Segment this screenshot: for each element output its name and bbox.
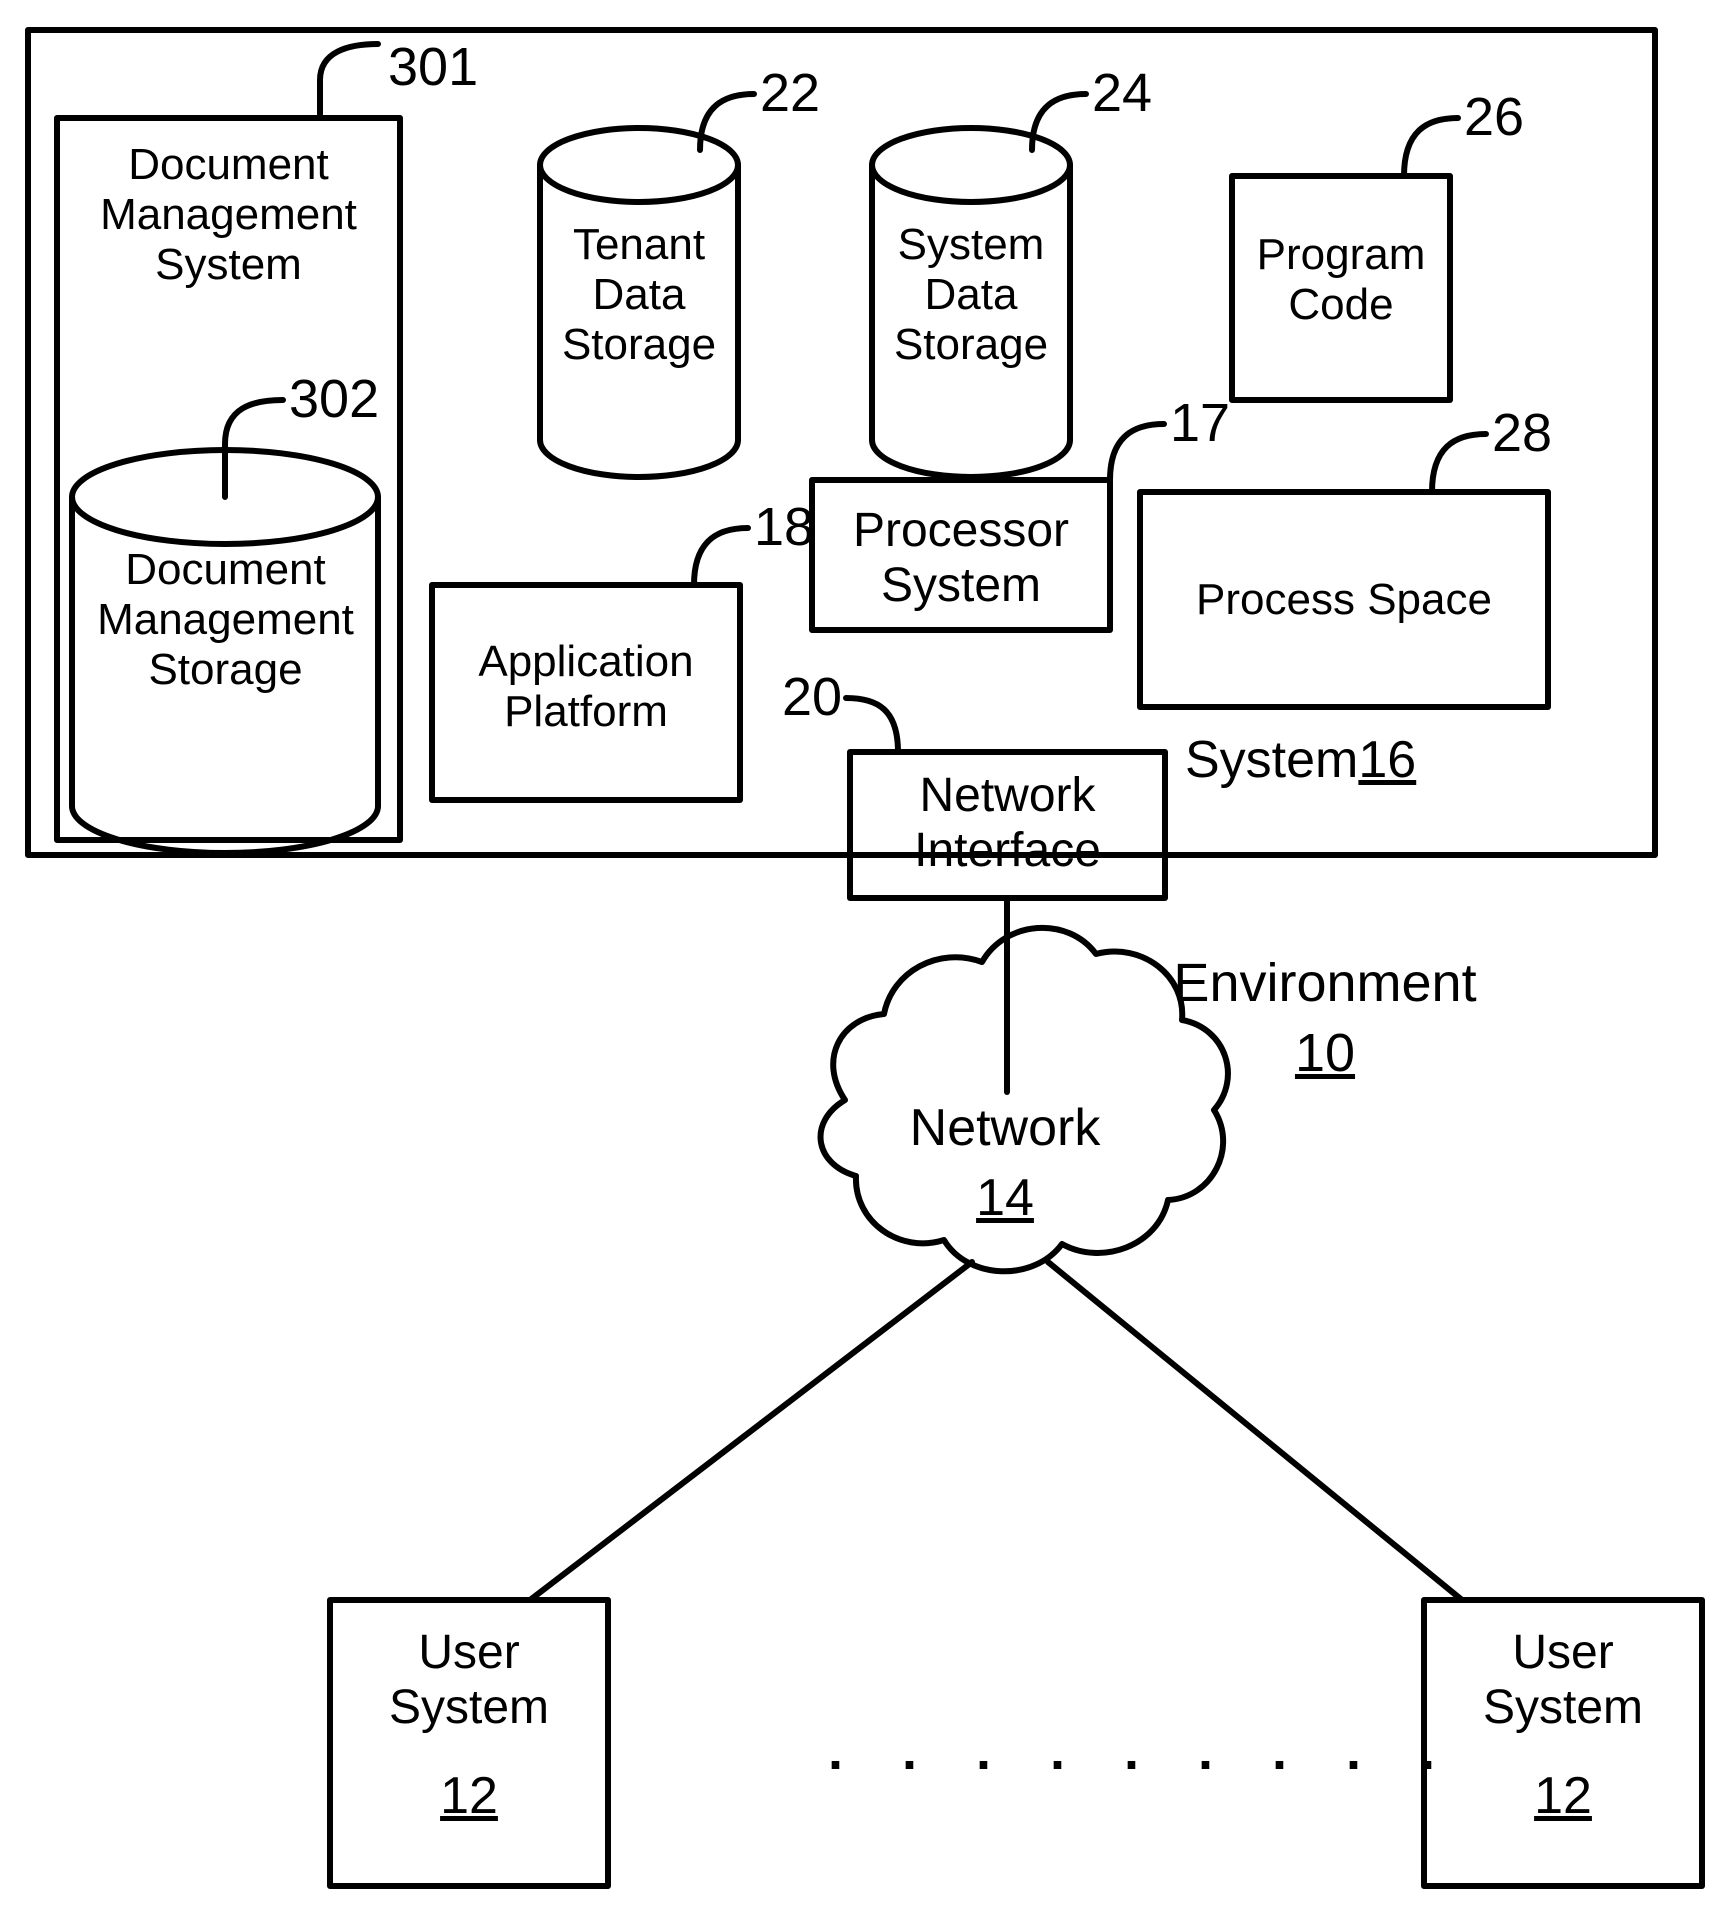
- leader-301: [317, 41, 381, 121]
- leader-17: [1107, 421, 1167, 483]
- tenant-storage-bottom-arc: [537, 437, 741, 480]
- ref-20: 20: [782, 667, 843, 727]
- environment-label: Environment: [1173, 953, 1477, 1013]
- figure-canvas: Document Management System 301 Document …: [0, 0, 1731, 1916]
- ref-24: 24: [1092, 63, 1153, 123]
- process-space-outline: [1137, 489, 1551, 710]
- leader-26: [1401, 115, 1461, 179]
- environment-ref: 10: [1294, 1023, 1356, 1083]
- user-systems-ellipsis: . . . . . . . . .: [828, 1721, 1458, 1781]
- user-system-right-ref: 12: [1534, 1767, 1592, 1825]
- system-container-ref: 16: [1358, 731, 1417, 789]
- ref-22: 22: [760, 63, 821, 123]
- tenant-storage-top-ellipse: [537, 125, 741, 205]
- system-container-label-group: System16: [1185, 730, 1416, 790]
- program-code-outline: [1229, 173, 1453, 403]
- network-label-group: Network 14: [880, 1098, 1130, 1228]
- processor-system-outline: [809, 477, 1113, 633]
- ref-26: 26: [1464, 87, 1525, 147]
- network-label: Network: [909, 1099, 1101, 1157]
- user-system-left-ref: 12: [440, 1767, 498, 1825]
- connector-network-to-user-left: [527, 1259, 975, 1603]
- user-system-right-outline: [1421, 1597, 1705, 1889]
- leader-18: [691, 525, 751, 588]
- leader-28: [1429, 431, 1489, 495]
- ref-302: 302: [289, 369, 380, 429]
- ref-17: 17: [1170, 393, 1231, 453]
- ref-301: 301: [388, 37, 479, 97]
- ref-18: 18: [754, 497, 815, 557]
- user-system-left-outline: [327, 1597, 611, 1889]
- system-storage-bottom-arc: [869, 437, 1073, 480]
- ref-28: 28: [1492, 403, 1553, 463]
- dms-storage-bottom-arc: [69, 803, 381, 856]
- connector-network-to-user-right: [1045, 1259, 1465, 1603]
- system-storage-top-ellipse: [869, 125, 1073, 205]
- leader-20: [843, 695, 901, 755]
- system-container-label: System: [1185, 731, 1359, 789]
- application-platform-outline: [429, 582, 743, 803]
- document-management-system-outline: [54, 115, 403, 843]
- environment-label-group: Environment 10: [1165, 952, 1485, 1084]
- network-interface-outline: [847, 749, 1168, 901]
- network-ref: 14: [976, 1169, 1034, 1227]
